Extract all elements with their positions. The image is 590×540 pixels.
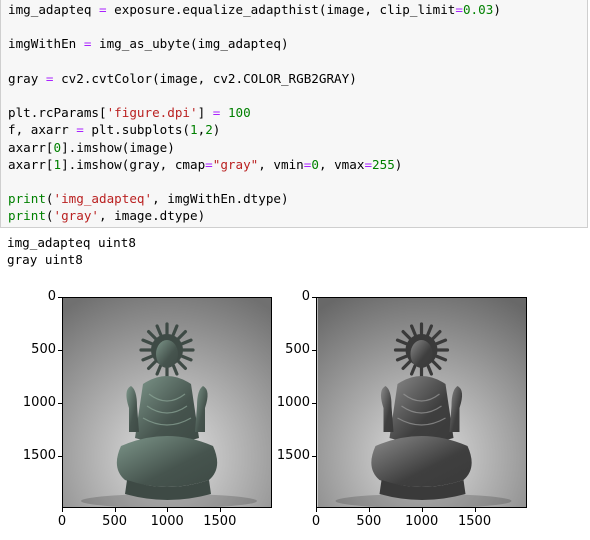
code-line: print('img_adapteq', imgWithEn.dtype)	[8, 190, 289, 207]
x-tick-label: 1000	[405, 514, 439, 529]
code-token: f, axarr	[8, 122, 77, 138]
x-tick-mark	[421, 508, 423, 512]
code-token: 100	[227, 105, 251, 121]
code-token: gray	[8, 70, 46, 86]
x-tick-label: 1500	[203, 514, 237, 529]
x-tick-mark	[114, 508, 116, 512]
code-token: print	[8, 191, 46, 207]
y-tick-label: 1500	[276, 447, 310, 463]
code-token: axarr[	[8, 139, 54, 155]
x-tick-label: 500	[102, 514, 128, 529]
code-token: ]	[197, 105, 213, 121]
code-token: (	[45, 208, 54, 224]
y-tick-mark	[312, 349, 316, 351]
color-image	[63, 298, 271, 507]
y-tick-mark	[312, 297, 316, 298]
x-tick-mark	[62, 508, 63, 512]
code-cell[interactable]: img_adapteq = exposure.equalize_adapthis…	[0, 0, 588, 228]
color-image-axes	[62, 297, 272, 508]
code-token: , vmin	[258, 156, 304, 172]
x-tick-mark	[474, 508, 476, 512]
code-line: f, axarr = plt.subplots(1,2)	[8, 121, 220, 138]
x-tick-label: 0	[311, 514, 321, 529]
x-tick-mark	[316, 508, 317, 512]
code-token: cv2.cvtColor(image, cv2.COLOR_RGB2GRAY)	[53, 70, 357, 86]
code-token: 2	[205, 122, 213, 138]
code-token: 0.03	[462, 2, 494, 17]
x-tick-mark	[219, 508, 221, 512]
gray-image-axes	[316, 297, 527, 508]
code-line: axarr[1].imshow(gray, cmap="gray", vmin=…	[8, 156, 402, 173]
code-token: 'gray'	[53, 208, 100, 224]
x-tick-label: 0	[57, 514, 67, 529]
code-token: img_as_ubyte(img_adapteq)	[91, 36, 289, 52]
code-token: print	[8, 208, 46, 224]
code-line: print('gray', image.dtype)	[8, 207, 205, 224]
code-token: )	[493, 2, 501, 17]
code-token: =	[99, 2, 107, 17]
y-tick-mark	[58, 297, 62, 298]
y-tick-mark	[58, 455, 62, 457]
x-tick-label: 1500	[458, 514, 492, 529]
x-tick-label: 1000	[150, 514, 184, 529]
code-token: 255	[372, 156, 395, 172]
code-token: 0	[311, 156, 319, 172]
code-token: img_adapteq	[8, 2, 99, 17]
code-token: axarr[	[8, 156, 54, 172]
code-token: =	[205, 156, 213, 172]
y-tick-label: 0	[301, 289, 310, 304]
gray-image	[317, 298, 526, 507]
code-token: =	[364, 156, 373, 172]
code-line: axarr[0].imshow(image)	[8, 139, 175, 156]
y-tick-label: 1000	[276, 394, 310, 410]
code-token: 'img_adapteq'	[53, 191, 153, 207]
code-token: imgWithEn	[8, 36, 84, 52]
y-tick-label: 500	[285, 341, 310, 357]
code-token: (	[45, 191, 54, 207]
code-line: imgWithEn = img_as_ubyte(img_adapteq)	[8, 35, 289, 52]
y-tick-label: 0	[47, 289, 56, 304]
code-token: =	[76, 122, 84, 138]
x-tick-label: 500	[356, 514, 382, 529]
y-tick-mark	[58, 349, 62, 351]
y-tick-mark	[312, 455, 316, 457]
output-line: gray uint8	[7, 252, 83, 267]
x-tick-mark	[167, 508, 169, 512]
y-tick-label: 1000	[22, 394, 56, 410]
code-token: exposure.equalize_adapthist(image, clip_…	[106, 2, 456, 17]
y-tick-label: 1500	[22, 447, 56, 463]
code-token: =	[455, 2, 463, 17]
code-token: 'figure.dpi'	[106, 105, 198, 121]
code-line: gray = cv2.cvtColor(image, cv2.COLOR_RGB…	[8, 70, 357, 87]
code-token: plt.rcParams[	[8, 105, 107, 121]
y-tick-label: 500	[31, 341, 56, 357]
code-token: , imgWithEn.dtype)	[152, 191, 289, 207]
y-tick-mark	[312, 402, 316, 404]
x-tick-mark	[368, 508, 370, 512]
code-token: 1	[53, 156, 62, 172]
code-token: )	[394, 156, 403, 172]
code-token: 0	[53, 139, 62, 155]
y-tick-mark	[58, 402, 62, 404]
code-token: plt.subplots(	[83, 122, 190, 138]
code-token: , vmax	[318, 156, 365, 172]
code-token: ].imshow(image)	[61, 139, 175, 155]
code-token: =	[45, 70, 54, 86]
code-line: plt.rcParams['figure.dpi'] = 100	[8, 104, 251, 121]
output-line: img_adapteq uint8	[7, 235, 136, 250]
code-token: 1	[190, 122, 198, 138]
code-token: )	[212, 122, 221, 138]
code-token: "gray"	[212, 156, 259, 172]
code-line: img_adapteq = exposure.equalize_adapthis…	[8, 1, 501, 18]
code-token: , image.dtype)	[99, 208, 206, 224]
code-token: ].imshow(gray, cmap	[61, 156, 206, 172]
